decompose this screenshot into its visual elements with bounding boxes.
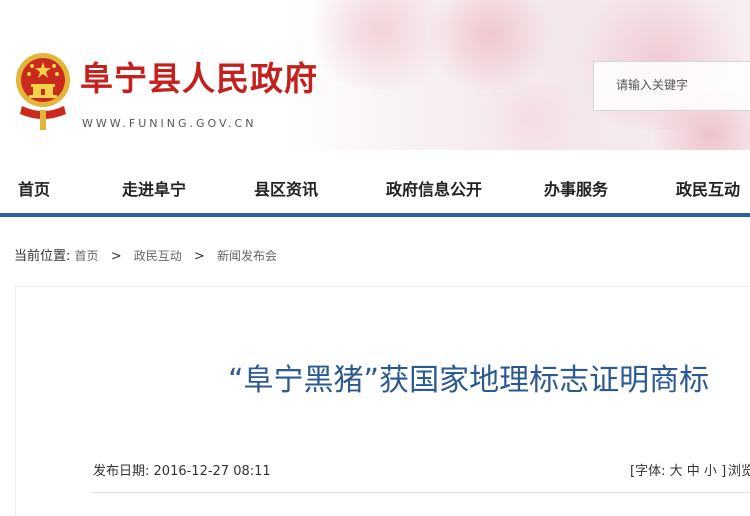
font-medium-button[interactable]: 中 xyxy=(687,464,700,479)
font-size-label: [字体: xyxy=(630,464,666,479)
publish-label: 发布日期: xyxy=(93,464,150,479)
publish-date-value: 2016-12-27 08:11 xyxy=(153,464,271,479)
breadcrumb-interaction[interactable]: 政民互动 xyxy=(134,249,182,263)
publish-date: 发布日期: 2016-12-27 08:11 xyxy=(93,460,271,479)
nav-underline xyxy=(0,213,750,217)
article-title: “阜宁黑猪”获国家地理标志证明商标 xyxy=(228,363,710,398)
breadcrumb-home[interactable]: 首页 xyxy=(75,249,99,263)
meta-divider xyxy=(93,492,750,493)
nav-item-interaction[interactable]: 政民互动 xyxy=(676,176,740,200)
article-panel xyxy=(15,286,750,516)
breadcrumb-prefix: 当前位置: xyxy=(14,249,71,264)
search-box[interactable] xyxy=(593,61,750,111)
nav-item-county-news[interactable]: 县区资讯 xyxy=(254,176,318,200)
font-small-button[interactable]: 小 xyxy=(704,464,717,479)
breadcrumb-separator: > xyxy=(110,249,122,264)
nav-item-about-funing[interactable]: 走进阜宁 xyxy=(122,176,186,200)
blossom-decoration xyxy=(420,0,560,90)
blossom-decoration xyxy=(470,80,590,150)
nav-item-gov-info[interactable]: 政府信息公开 xyxy=(386,176,482,200)
views-label: 浏览 xyxy=(728,464,750,479)
national-emblem-icon xyxy=(16,53,70,130)
site-url[interactable]: WWW.FUNING.GOV.CN xyxy=(82,117,256,130)
font-size-controls: [字体: 大 中 小 ] xyxy=(630,460,726,479)
search-input[interactable] xyxy=(616,78,750,92)
font-size-label-close: ] xyxy=(721,464,727,479)
breadcrumb-separator: > xyxy=(193,249,205,264)
site-title[interactable]: 阜宁县人民政府 xyxy=(80,52,318,100)
breadcrumb-press-conference[interactable]: 新闻发布会 xyxy=(217,249,277,263)
nav-item-home[interactable]: 首页 xyxy=(18,176,50,200)
font-large-button[interactable]: 大 xyxy=(670,464,683,479)
nav-item-services[interactable]: 办事服务 xyxy=(544,176,608,200)
main-nav xyxy=(0,150,750,216)
breadcrumb: 当前位置: 首页 > 政民互动 > 新闻发布会 xyxy=(14,245,277,264)
